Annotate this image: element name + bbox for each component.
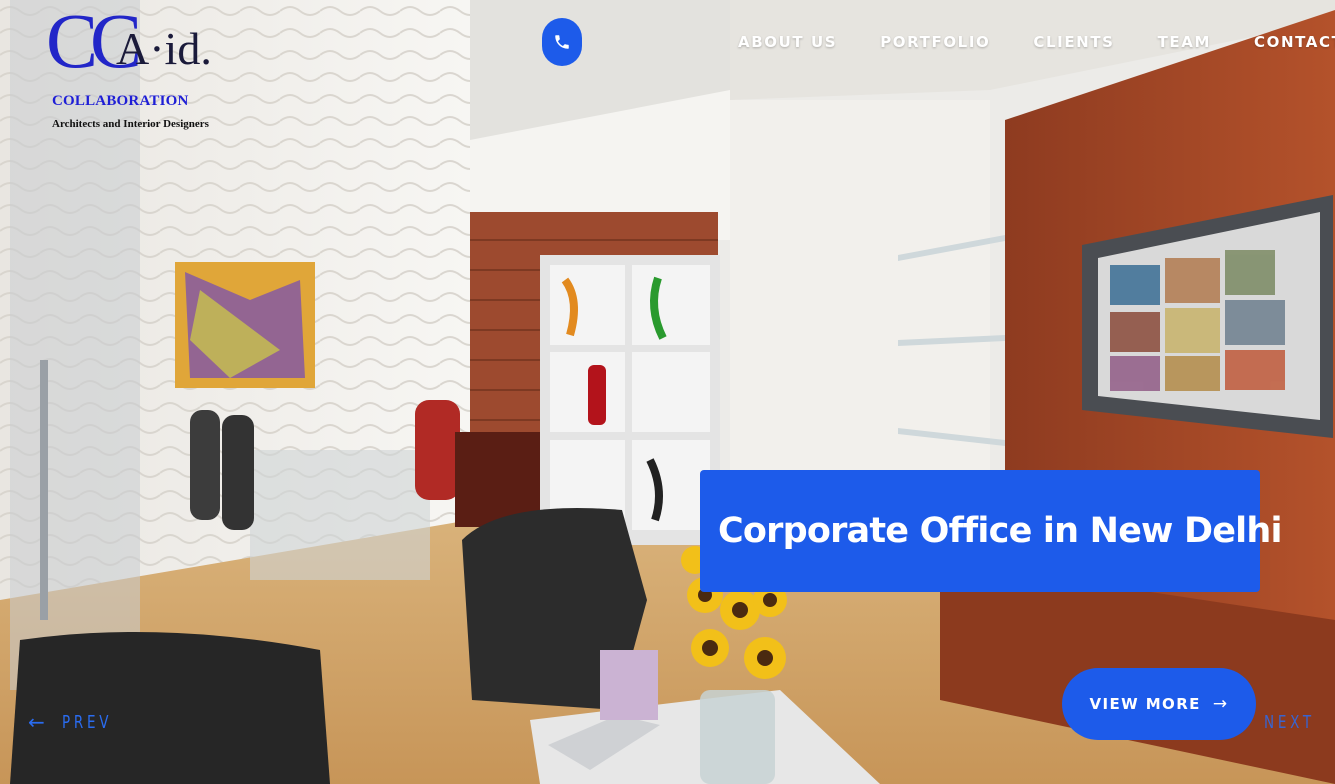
view-more-label: VIEW MORE: [1089, 695, 1201, 713]
next-label: NEXT: [1264, 711, 1315, 733]
nav-team[interactable]: TEAM: [1158, 33, 1211, 51]
logo-name: A·id.: [116, 23, 212, 74]
hero-slider: CC A·id. COLLABORATION Architects and In…: [0, 0, 1335, 784]
arrow-right-icon: →: [1212, 694, 1229, 714]
nav-about-us[interactable]: ABOUT US: [738, 33, 837, 51]
logo-subtitle: COLLABORATION: [52, 93, 189, 109]
phone-button[interactable]: [542, 18, 582, 66]
nav-portfolio[interactable]: PORTFOLIO: [880, 33, 990, 51]
slide-caption: Corporate Office in New Delhi: [700, 470, 1282, 592]
nav-contact[interactable]: CONTACT: [1254, 33, 1335, 51]
main-nav: ABOUT US PORTFOLIO CLIENTS TEAM CONTACT: [738, 33, 1335, 51]
logo-tagline: Architects and Interior Designers: [52, 118, 209, 130]
slide-title: Corporate Office in New Delhi: [718, 511, 1282, 551]
prev-slide-button[interactable]: ← PREV: [28, 710, 129, 734]
phone-icon: [555, 35, 569, 49]
view-more-button[interactable]: VIEW MORE →: [1062, 668, 1256, 740]
arrow-left-icon: ←: [28, 710, 48, 734]
next-slide-button[interactable]: NEXT →: [1264, 710, 1335, 734]
brand-logo[interactable]: CC A·id. COLLABORATION Architects and In…: [38, 2, 248, 134]
prev-label: PREV: [61, 711, 113, 733]
nav-clients[interactable]: CLIENTS: [1033, 33, 1114, 51]
